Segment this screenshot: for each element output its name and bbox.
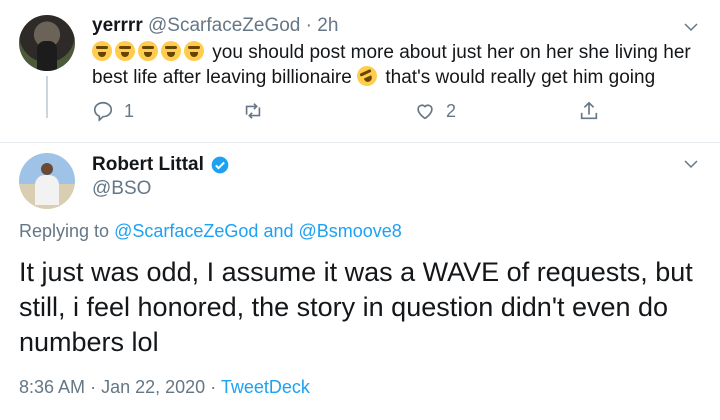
comment-icon — [93, 101, 113, 122]
reply-count: 1 — [124, 100, 135, 121]
reply-header: yerrrr @ScarfaceZeGod · 2h — [92, 14, 338, 38]
share-button[interactable] — [578, 100, 600, 122]
replying-label: Replying to — [19, 221, 110, 241]
avatar[interactable] — [19, 153, 75, 209]
display-name[interactable]: Robert Littal — [92, 153, 204, 177]
and-text: and — [263, 221, 294, 241]
loudly-crying-face-emoji-icon — [115, 41, 135, 61]
reply-tweet[interactable]: yerrrr @ScarfaceZeGod · 2h you should po… — [0, 0, 720, 142]
reply-actions: 1 2 — [92, 100, 652, 124]
share-icon — [580, 101, 598, 120]
reply-button[interactable]: 1 — [92, 100, 134, 122]
main-tweet: Robert Littal @BSO Replying to @Scarface… — [0, 143, 720, 420]
heart-icon — [417, 104, 433, 120]
avatar-shirt — [35, 175, 59, 205]
mention-link[interactable]: @Bsmoove8 — [299, 221, 402, 241]
chevron-down-icon[interactable] — [682, 18, 700, 36]
reply-text: you should post more about just her on h… — [92, 40, 692, 90]
separator-dot: · — [210, 377, 217, 397]
tweet-meta: 8:36 AM · Jan 22, 2020 · TweetDeck — [19, 375, 310, 399]
display-name[interactable]: yerrrr — [92, 15, 143, 36]
handle[interactable]: @ScarfaceZeGod — [148, 15, 300, 36]
tweet-time[interactable]: 8:36 AM — [19, 377, 85, 397]
tweet-text: It just was odd, I assume it was a WAVE … — [19, 257, 693, 357]
loudly-crying-face-emoji-icon — [161, 41, 181, 61]
loudly-crying-face-emoji-icon — [184, 41, 204, 61]
avatar[interactable] — [19, 15, 75, 71]
chevron-down-icon[interactable] — [682, 155, 700, 173]
avatar-figure — [37, 41, 57, 71]
verified-badge-icon — [211, 156, 229, 174]
tweet-date[interactable]: Jan 22, 2020 — [101, 377, 205, 397]
handle[interactable]: @BSO — [92, 177, 151, 201]
rolling-on-floor-laughing-emoji-icon — [353, 62, 381, 90]
mention-link[interactable]: @ScarfaceZeGod — [114, 221, 258, 241]
reply-text-part2: that's would really get him going — [385, 67, 656, 88]
avatar-head — [41, 163, 53, 175]
replying-to: Replying to @ScarfaceZeGod and @Bsmoove8 — [19, 219, 402, 243]
tweet-source-link[interactable]: TweetDeck — [221, 377, 310, 397]
like-count: 2 — [446, 100, 457, 121]
separator-dot: · — [305, 15, 312, 36]
separator-dot: · — [90, 377, 97, 397]
author-name-row: Robert Littal — [92, 153, 230, 177]
retweet-icon — [245, 103, 261, 119]
thread-line — [46, 76, 48, 118]
loudly-crying-face-emoji-icon — [92, 41, 112, 61]
retweet-button[interactable] — [242, 100, 272, 122]
loudly-crying-face-emoji-icon — [138, 41, 158, 61]
timestamp[interactable]: 2h — [317, 15, 338, 36]
like-button[interactable]: 2 — [414, 100, 456, 122]
